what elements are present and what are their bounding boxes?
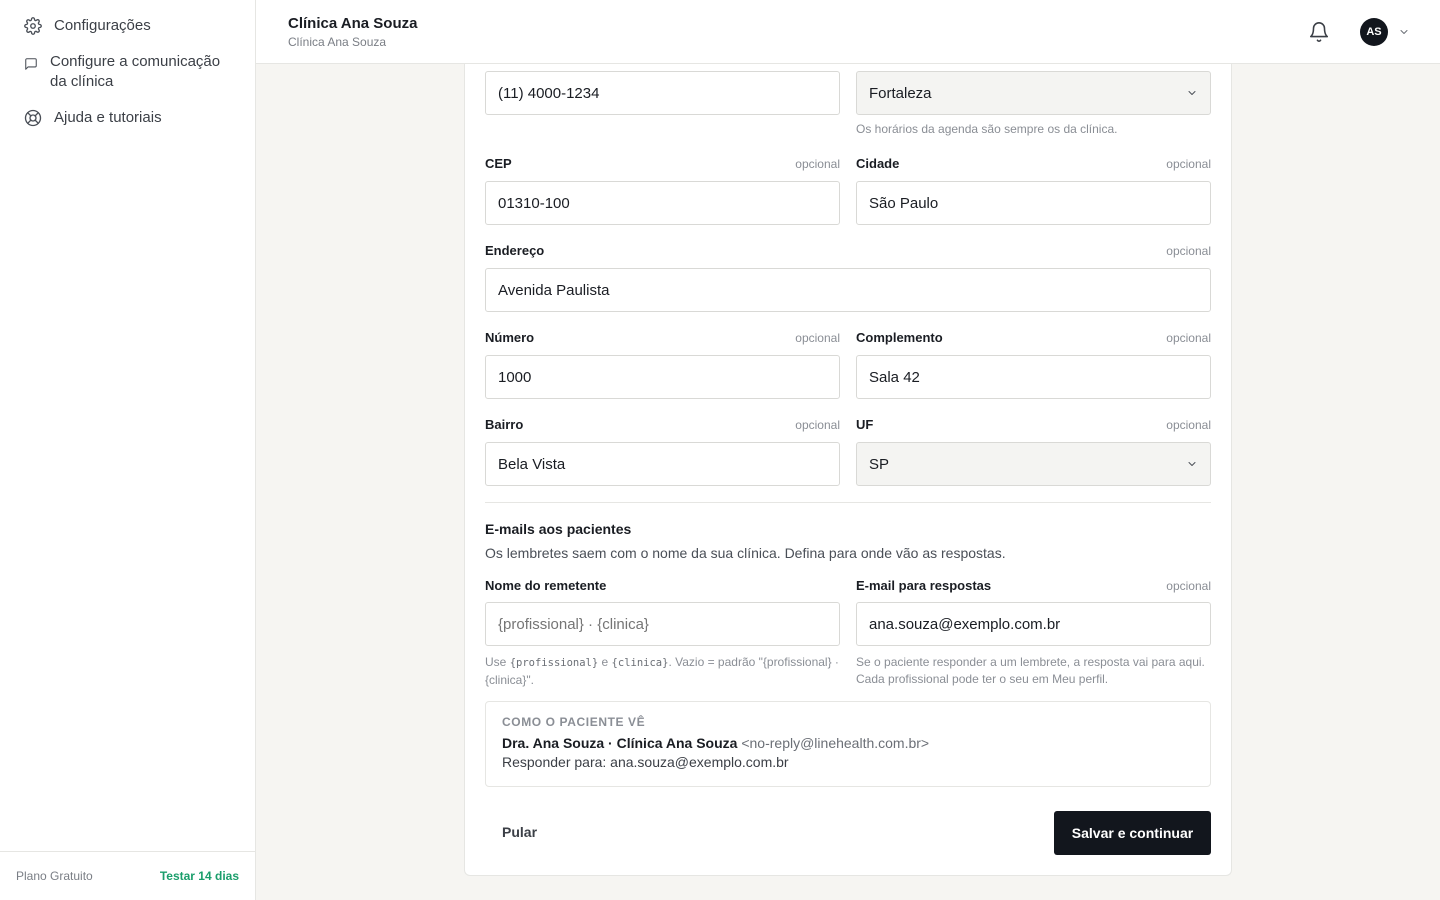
avatar[interactable]: AS <box>1360 18 1388 46</box>
number-field: Número opcional 1000 <box>485 330 840 400</box>
hint-code: {clinica} <box>611 657 669 669</box>
sidebar-item-label: Configure a comunicação da clínica <box>50 53 221 90</box>
chevron-down-icon[interactable] <box>1398 26 1410 38</box>
preview-reply-to: Responder para: ana.souza@exemplo.com.br <box>502 754 789 770</box>
complement-input[interactable]: Sala 42 <box>856 355 1211 399</box>
emails-section-title: E-mails aos pacientes <box>485 521 632 537</box>
district-label: Bairro <box>485 417 524 432</box>
timezone-hint: Os horários da agenda são sempre os da c… <box>856 122 1118 136</box>
reply-email-hint: Se o paciente responder a um lembrete, a… <box>856 655 1205 686</box>
sidebar-item-label: Ajuda e tutoriais <box>54 109 162 126</box>
optional-tag: opcional <box>1166 418 1211 432</box>
page-subtitle: Clínica Ana Souza <box>288 35 387 49</box>
uf-label: UF <box>856 417 874 432</box>
number-label: Número <box>485 330 535 345</box>
section-divider <box>485 502 1211 503</box>
optional-tag: opcional <box>1166 579 1211 593</box>
timezone-select[interactable]: Fortaleza <box>856 71 1211 115</box>
preview-title: COMO O PACIENTE VÊ <box>502 715 646 729</box>
uf-select[interactable]: SP <box>856 442 1211 486</box>
hint-code: {profissional} <box>509 657 599 669</box>
phone-field: (11) 4000-1234 <box>485 71 840 115</box>
city-field: Cidade opcional São Paulo <box>856 156 1211 226</box>
chevron-down-icon <box>1188 91 1196 95</box>
sender-name-field: Nome do remetente Use {profissional} e {… <box>485 578 840 688</box>
address-field: Endereço opcional Avenida Paulista <box>485 243 1211 313</box>
uf-field: UF opcional SP <box>856 417 1211 487</box>
uf-value: SP <box>869 455 890 473</box>
lifebuoy-icon <box>24 109 42 127</box>
sender-name-hint: Use {profissional} e {clinica}. Vazio = … <box>485 654 840 689</box>
plan-label: Plano Gratuito <box>16 869 93 883</box>
optional-tag: opcional <box>795 331 840 345</box>
preview-from-address: <no-reply@linehealth.com.br> <box>741 735 930 751</box>
timezone-field: Fortaleza Os horários da agenda são semp… <box>856 71 1211 141</box>
optional-tag: opcional <box>1166 244 1211 258</box>
emails-section-description: Os lembretes saem com o nome da sua clín… <box>485 545 1006 561</box>
sidebar: Configurações Configure a comunicação da… <box>0 0 256 900</box>
city-label: Cidade <box>856 156 900 171</box>
cep-input[interactable]: 01310-100 <box>485 181 840 225</box>
chevron-down-icon <box>1188 462 1196 466</box>
sender-name-label: Nome do remetente <box>485 578 607 593</box>
hint-text: e <box>598 655 612 669</box>
reply-email-label: E-mail para respostas <box>856 578 992 593</box>
optional-tag: opcional <box>1166 331 1211 345</box>
sidebar-footer: Plano Gratuito Testar 14 dias <box>0 851 255 900</box>
page-title: Clínica Ana Souza <box>288 15 418 32</box>
address-label: Endereço <box>485 243 545 258</box>
sender-name-input[interactable] <box>485 602 840 646</box>
cep-label: CEP <box>485 156 512 171</box>
skip-button[interactable]: Pular <box>502 824 537 840</box>
save-continue-button[interactable]: Salvar e continuar <box>1054 811 1211 855</box>
complement-field: Complemento opcional Sala 42 <box>856 330 1211 400</box>
sidebar-item-label: Configurações <box>54 17 151 34</box>
city-input[interactable]: São Paulo <box>856 181 1211 225</box>
sidebar-item-settings[interactable]: Configurações <box>0 16 167 36</box>
number-input[interactable]: 1000 <box>485 355 840 399</box>
complement-label: Complemento <box>856 330 943 345</box>
optional-tag: opcional <box>1166 157 1211 171</box>
hint-text: Use <box>485 655 510 669</box>
reply-email-input[interactable]: ana.souza@exemplo.com.br <box>856 602 1211 646</box>
clinic-form-card: (11) 4000-1234 Fortaleza Os horários da … <box>464 64 1232 876</box>
gear-icon <box>24 17 42 35</box>
phone-input[interactable]: (11) 4000-1234 <box>485 71 840 115</box>
trial-link[interactable]: Testar 14 dias <box>160 869 239 883</box>
reply-email-field: E-mail para respostas opcional ana.souza… <box>856 578 1211 688</box>
address-input[interactable]: Avenida Paulista <box>485 268 1211 312</box>
sidebar-item-communication[interactable]: Configure a comunicação da clínica <box>0 52 246 92</box>
bell-icon[interactable] <box>1308 21 1330 43</box>
optional-tag: opcional <box>795 157 840 171</box>
message-icon <box>25 58 37 70</box>
cep-field: CEP opcional 01310-100 <box>485 156 840 226</box>
timezone-value: Fortaleza <box>869 84 932 102</box>
top-header: Clínica Ana Souza Clínica Ana Souza AS <box>256 0 1440 64</box>
sidebar-item-help[interactable]: Ajuda e tutoriais <box>0 108 178 128</box>
preview-from-name: Dra. Ana Souza · Clínica Ana Souza <box>502 735 738 751</box>
optional-tag: opcional <box>795 418 840 432</box>
district-field: Bairro opcional Bela Vista <box>485 417 840 487</box>
preview-from: Dra. Ana Souza · Clínica Ana Souza <no-r… <box>502 735 1194 751</box>
email-preview-box: COMO O PACIENTE VÊ Dra. Ana Souza · Clín… <box>485 701 1211 787</box>
district-input[interactable]: Bela Vista <box>485 442 840 486</box>
